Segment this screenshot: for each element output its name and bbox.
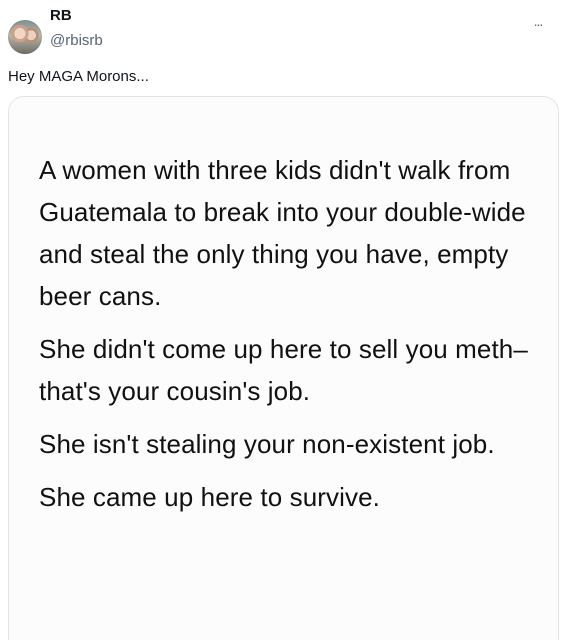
avatar[interactable]	[8, 20, 42, 54]
post-header: RB @rbisrb ...	[8, 7, 553, 54]
media-text-block: A women with three kids didn't walk from…	[39, 149, 537, 518]
more-options-icon[interactable]: ...	[529, 12, 547, 30]
media-paragraph-3: She isn't stealing your non-existent job…	[39, 429, 495, 459]
post-text: Hey MAGA Morons...	[8, 68, 149, 85]
media-paragraph-2: She didn't come up here to sell you meth…	[39, 334, 528, 406]
author-handle[interactable]: @rbisrb	[50, 32, 103, 50]
social-post: RB @rbisrb ... Hey MAGA Morons... A wome…	[0, 0, 561, 640]
author-display-name[interactable]: RB	[50, 7, 103, 25]
post-media-card[interactable]: A women with three kids didn't walk from…	[8, 96, 559, 640]
media-paragraph-1: A women with three kids didn't walk from…	[39, 155, 526, 311]
author-identity[interactable]: RB @rbisrb	[50, 7, 103, 50]
media-paragraph-4: She came up here to survive.	[39, 482, 380, 512]
